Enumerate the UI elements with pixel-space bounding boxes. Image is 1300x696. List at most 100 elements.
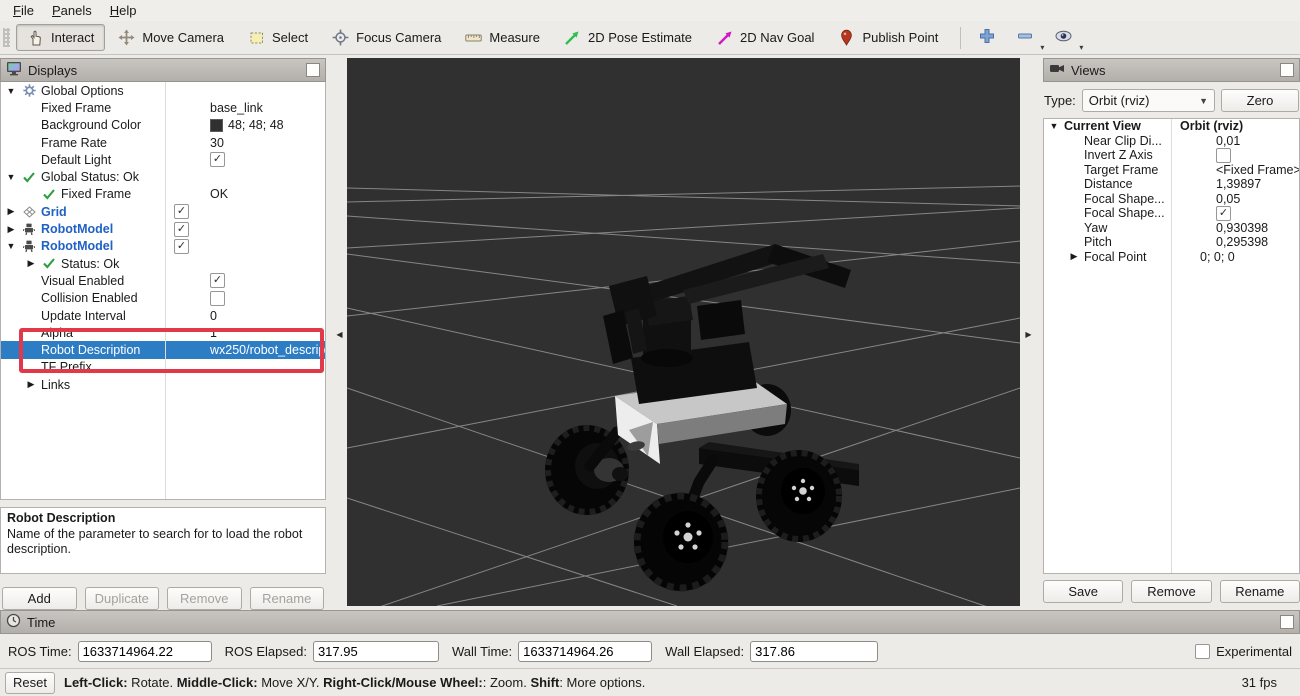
expander-down-icon[interactable]: ▼ xyxy=(5,172,17,182)
tool-2d-pose-estimate[interactable]: 2D Pose Estimate xyxy=(553,24,703,51)
tree-row-fixed-frame[interactable]: Fixed FrameOK xyxy=(1,186,325,203)
tool-focus-camera[interactable]: Focus Camera xyxy=(321,24,452,51)
property-value[interactable]: 30 xyxy=(210,136,224,150)
time-float-button[interactable] xyxy=(1280,615,1294,629)
remove-button[interactable]: Remove xyxy=(167,587,242,610)
rename-button[interactable]: Rename xyxy=(250,587,325,610)
time-panel-header[interactable]: Time xyxy=(0,610,1300,634)
property-value[interactable]: 0,05 xyxy=(1216,192,1240,206)
tree-row-global-status-ok[interactable]: ▼Global Status: Ok xyxy=(1,168,325,185)
tree-row-fixed-frame[interactable]: Fixed Framebase_link xyxy=(1,99,325,116)
expander-right-icon[interactable]: ▶ xyxy=(1068,251,1080,262)
left-panel-collapse-handle[interactable]: ◀ xyxy=(335,321,344,347)
tree-row-robotmodel[interactable]: ▶RobotModel✓ xyxy=(1,220,325,237)
views-float-button[interactable] xyxy=(1280,63,1294,77)
tree-row-links[interactable]: ▶Links xyxy=(1,376,325,393)
property-value[interactable]: OK xyxy=(210,187,228,201)
checkbox-checked[interactable]: ✓ xyxy=(174,239,189,254)
tool-interact[interactable]: Interact xyxy=(16,24,105,51)
ros-elapsed-input[interactable] xyxy=(313,641,439,662)
tool-plus[interactable] xyxy=(972,24,1002,51)
tree-row-robotmodel[interactable]: ▼RobotModel✓ xyxy=(1,238,325,255)
property-value[interactable]: 48; 48; 48 xyxy=(228,118,284,132)
add-button[interactable]: Add xyxy=(2,587,77,610)
checkbox-checked[interactable]: ✓ xyxy=(174,222,189,237)
wall-time-input[interactable] xyxy=(518,641,652,662)
tree-row-robot-description[interactable]: Robot Descriptionwx250/robot_description xyxy=(1,341,325,358)
property-value[interactable]: 1 xyxy=(210,326,217,340)
description-body: Name of the parameter to search for to l… xyxy=(7,527,319,558)
save-button[interactable]: Save xyxy=(1043,580,1123,603)
checkbox-checked[interactable]: ✓ xyxy=(1216,206,1231,221)
property-value[interactable]: wx250/robot_description xyxy=(210,343,325,357)
menu-panels[interactable]: Panels xyxy=(43,1,101,20)
property-name: Alpha xyxy=(41,326,73,340)
expander-right-icon[interactable]: ▶ xyxy=(5,206,17,217)
column-separator[interactable] xyxy=(165,82,166,499)
expander-down-icon[interactable]: ▼ xyxy=(5,86,17,96)
tool-select[interactable]: Select xyxy=(237,24,319,51)
tree-row-grid[interactable]: ▶Grid✓ xyxy=(1,203,325,220)
tool-move-camera[interactable]: Move Camera xyxy=(107,24,235,51)
tree-row-update-interval[interactable]: Update Interval 0 xyxy=(1,307,325,324)
remove-button[interactable]: Remove xyxy=(1131,580,1211,603)
property-name: Update Interval xyxy=(41,309,126,323)
property-value[interactable]: Orbit (rviz) xyxy=(1180,119,1243,133)
menu-file[interactable]: File xyxy=(4,1,43,20)
expander-down-icon[interactable]: ▼ xyxy=(5,241,17,251)
views-panel-header[interactable]: Views xyxy=(1043,58,1300,82)
duplicate-button[interactable]: Duplicate xyxy=(85,587,160,610)
displays-float-button[interactable] xyxy=(306,63,320,77)
rename-button[interactable]: Rename xyxy=(1220,580,1300,603)
tree-row-alpha[interactable]: Alpha 1 xyxy=(1,324,325,341)
view-type-select[interactable]: Orbit (rviz) ▼ xyxy=(1082,89,1215,112)
zero-button[interactable]: Zero xyxy=(1221,89,1299,112)
dropdown-arrow-icon[interactable]: ▾ xyxy=(1079,43,1083,52)
expander-right-icon[interactable]: ▶ xyxy=(5,224,17,235)
tree-row-default-light[interactable]: Default Light✓ xyxy=(1,151,325,168)
property-value[interactable]: base_link xyxy=(210,101,263,115)
tree-row-status-ok[interactable]: ▶Status: Ok xyxy=(1,255,325,272)
property-value[interactable]: 1,39897 xyxy=(1216,177,1261,191)
wall-elapsed-input[interactable] xyxy=(750,641,878,662)
3d-viewport[interactable] xyxy=(347,58,1020,606)
reset-button[interactable]: Reset xyxy=(5,672,55,694)
tool-measure[interactable]: Measure xyxy=(454,24,551,51)
checkbox-checked[interactable]: ✓ xyxy=(174,204,189,219)
property-value[interactable]: 0,930398 xyxy=(1216,221,1268,235)
displays-panel-header[interactable]: Displays xyxy=(0,58,326,82)
property-value[interactable]: 0 xyxy=(210,309,217,323)
tree-row-collision-enabled[interactable]: Collision Enabled xyxy=(1,290,325,307)
tree-row-visual-enabled[interactable]: Visual Enabled✓ xyxy=(1,272,325,289)
checkbox-checked[interactable]: ✓ xyxy=(210,152,225,167)
expander-right-icon[interactable]: ▶ xyxy=(25,258,37,269)
checkbox-unchecked[interactable] xyxy=(210,291,225,306)
right-panel-collapse-handle[interactable]: ▶ xyxy=(1024,321,1033,347)
tool-eye[interactable]: ▾ xyxy=(1048,24,1079,51)
tree-row-global-options[interactable]: ▼Global Options xyxy=(1,82,325,99)
tool-2d-nav-goal[interactable]: 2D Nav Goal xyxy=(705,24,825,51)
menu-help[interactable]: Help xyxy=(101,1,146,20)
tree-row-frame-rate[interactable]: Frame Rate30 xyxy=(1,134,325,151)
views-panel: Views Type: Orbit (rviz) ▼ Zero ▼Current… xyxy=(1043,58,1300,606)
tool-minus[interactable]: ▾ xyxy=(1010,24,1040,51)
expander-right-icon[interactable]: ▶ xyxy=(25,379,37,390)
property-value[interactable]: 0,01 xyxy=(1216,134,1240,148)
expander-down-icon[interactable]: ▼ xyxy=(1048,121,1060,131)
checkbox-checked[interactable]: ✓ xyxy=(210,273,225,288)
property-value[interactable]: <Fixed Frame> xyxy=(1216,163,1299,177)
column-separator[interactable] xyxy=(1171,119,1172,573)
toolbar-grip-handle[interactable] xyxy=(3,28,10,47)
property-value[interactable]: 0,295398 xyxy=(1216,235,1268,249)
dropdown-arrow-icon[interactable]: ▾ xyxy=(1040,43,1044,52)
tree-row-background-color[interactable]: Background Color48; 48; 48 xyxy=(1,117,325,134)
tree-row-tf-prefix[interactable]: TF Prefix xyxy=(1,359,325,376)
time-panel-title: Time xyxy=(27,615,55,630)
checkbox-unchecked[interactable] xyxy=(1216,148,1231,163)
experimental-checkbox[interactable] xyxy=(1195,644,1210,659)
property-value[interactable]: 0; 0; 0 xyxy=(1200,250,1235,264)
property-description-box: Robot Description Name of the parameter … xyxy=(0,507,326,574)
ros-time-input[interactable] xyxy=(78,641,212,662)
tool-publish-point[interactable]: Publish Point xyxy=(827,24,949,51)
robot-icon xyxy=(21,223,37,236)
